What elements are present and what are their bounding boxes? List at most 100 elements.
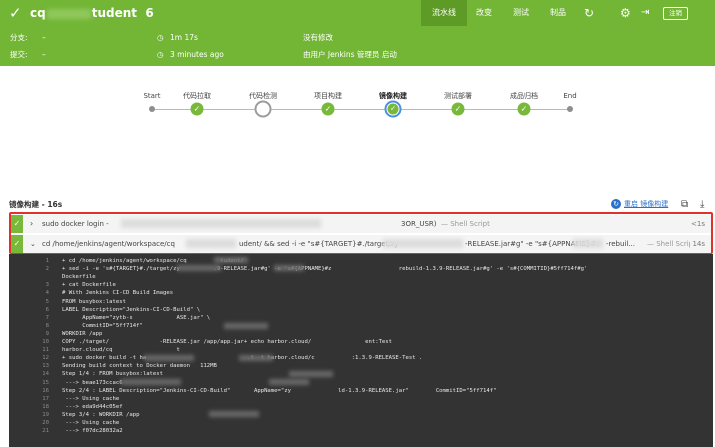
redacted-blur — [239, 355, 273, 361]
console-text: FROM busybox:latest — [62, 298, 126, 305]
step-type: — Shell Script — [647, 235, 696, 253]
redacted-blur — [144, 355, 194, 361]
console-text: COPY ./target/ -RELEASE.jar /app/app.jar… — [62, 339, 393, 345]
line-number[interactable]: 17 — [29, 395, 49, 403]
step-row-docker-login[interactable]: ✓ › sudo docker login - 3OR_USR) — Shell… — [11, 215, 711, 233]
redacted-blur — [214, 257, 248, 263]
console-text: + cat Dockerfile — [62, 282, 116, 289]
console-text: ---> Using cache — [62, 395, 120, 402]
console-text: LABEL Description="Jenkins-CI-CD-Build" … — [62, 306, 201, 313]
step-success-icon: ✓ — [11, 235, 23, 253]
replay-icon[interactable]: ↻ — [584, 5, 594, 21]
step-row-docker-build[interactable]: ✓ ⌄ cd /home/jenkins/agent/workspace/cq … — [11, 235, 711, 253]
duration-value: 1m 17s — [170, 33, 198, 42]
step-success-icon: ✓ — [11, 215, 23, 233]
redacted-blur — [573, 239, 603, 248]
tab-pipeline[interactable]: 流水线 — [421, 0, 467, 26]
redacted-blur — [209, 411, 259, 417]
open-external-icon[interactable]: ⧉ — [681, 199, 688, 210]
run-number: 6 — [145, 6, 154, 20]
restart-label: 重启 镜像构建 — [624, 200, 669, 208]
stage-node-check[interactable] — [254, 100, 272, 118]
finished-time: 3 minutes ago — [170, 50, 224, 59]
download-icon[interactable]: ⤓ — [700, 199, 704, 210]
restart-icon: ↻ — [611, 199, 621, 209]
line-number[interactable]: 7 — [29, 314, 49, 322]
step-command: sudo docker login - — [42, 220, 109, 228]
title-suffix: tudent — [91, 6, 137, 20]
console-text: Step 1/4 : FROM busybox:latest — [62, 371, 164, 378]
console-text: CommitID="5ff714f" — [62, 322, 143, 329]
commit-value: – — [42, 50, 46, 59]
redacted-blur — [121, 379, 181, 385]
console-text: Sending build context to Docker daemon 1… — [62, 363, 217, 370]
run-header: ✓ cq tudent 6 流水线 改变 测试 制品 ↻ ⚙ ⇥ 注销 — [0, 0, 715, 26]
line-number[interactable]: 2 — [29, 265, 49, 273]
line-number[interactable]: 4 — [29, 289, 49, 297]
line-number[interactable]: 13 — [29, 362, 49, 370]
run-summary: 分支: – 提交: – ◷ 1m 17s ◷ 3 minutes ago 没有修… — [0, 26, 715, 66]
line-number[interactable]: 3 — [29, 281, 49, 289]
stage-track — [152, 109, 570, 110]
tab-changes[interactable]: 改变 — [476, 0, 492, 26]
line-number[interactable]: 5 — [29, 298, 49, 306]
redacted-blur — [177, 265, 221, 271]
step-duration: 14s — [690, 235, 705, 253]
clock-icon: ◷ — [157, 33, 164, 42]
chevron-right-icon[interactable]: › — [30, 215, 33, 233]
console-text: WORKDIR /app — [62, 330, 103, 337]
restart-stage-link[interactable]: ↻ 重启 镜像构建 — [611, 199, 668, 210]
line-number[interactable]: 20 — [29, 419, 49, 427]
line-number[interactable]: 14 — [29, 370, 49, 378]
stage-label-end: End — [563, 92, 577, 100]
stage-node-deploy[interactable]: ✓ — [451, 102, 465, 116]
line-number[interactable]: 6 — [29, 306, 49, 314]
step-command-end: -rebuil... — [606, 240, 636, 248]
line-number[interactable]: 16 — [29, 387, 49, 395]
step-command-end: 3OR_USR) — [401, 220, 437, 228]
redacted-blur — [186, 239, 236, 248]
stage-node-archive[interactable]: ✓ — [517, 102, 531, 116]
trigger-text: 由用户 Jenkins 管理员 启动 — [303, 50, 397, 59]
chevron-down-icon[interactable]: ⌄ — [30, 235, 36, 253]
console-text: Dockerfile — [62, 274, 96, 281]
line-number[interactable]: 12 — [29, 354, 49, 362]
gear-icon[interactable]: ⚙ — [620, 5, 631, 21]
console-output[interactable]: 1 + cd /home/jenkins/agent/workspace/cq t… — [9, 254, 713, 447]
redacted-blur — [383, 239, 463, 248]
stage-label-build: 项目构建 — [314, 92, 342, 100]
check-icon: ✓ — [387, 103, 399, 115]
line-number[interactable]: 18 — [29, 403, 49, 411]
stage-node-build[interactable]: ✓ — [321, 102, 335, 116]
changes-text: 没有修改 — [303, 33, 333, 42]
stage-node-start — [149, 106, 155, 112]
console-text: ---> beae173ccac6 — [62, 379, 123, 386]
line-number[interactable]: 15 — [29, 379, 49, 387]
tab-artifacts[interactable]: 制品 — [550, 0, 566, 26]
stage-node-end — [567, 106, 573, 112]
run-title: cq tudent 6 — [30, 5, 154, 21]
stage-label-deploy: 测试部署 — [444, 92, 472, 100]
console-text: ---> Using cache — [62, 420, 120, 426]
line-number[interactable]: 10 — [29, 338, 49, 346]
tab-tests[interactable]: 测试 — [513, 0, 529, 26]
step-command: cd /home/jenkins/agent/workspace/cq — [42, 240, 175, 248]
stage-node-checkout[interactable]: ✓ — [190, 102, 204, 116]
success-check-icon: ✓ — [9, 4, 22, 22]
line-number[interactable]: 21 — [29, 427, 49, 435]
exit-icon[interactable]: ⇥ — [641, 5, 649, 21]
line-number[interactable]: 9 — [29, 330, 49, 338]
console-text: harbor.cloud/cq t — [62, 347, 180, 354]
step-command-mid: udent/ && sed -i -e "s#{TARGET}#./target… — [239, 240, 399, 248]
line-number[interactable]: 1 — [29, 257, 49, 265]
line-number[interactable]: 19 — [29, 411, 49, 419]
stage-label-archive: 成品归档 — [510, 92, 538, 100]
stage-label-start: Start — [143, 92, 161, 100]
console-text: AppName="zytb-s ASE.jar" \ — [62, 314, 211, 321]
line-number[interactable]: 8 — [29, 322, 49, 330]
commit-label: 提交: — [10, 50, 28, 59]
logout-button[interactable]: 注销 — [663, 7, 688, 20]
line-number[interactable]: 11 — [29, 346, 49, 354]
stage-node-image[interactable]: ✓ — [384, 100, 402, 118]
time-icon: ◷ — [157, 50, 164, 59]
